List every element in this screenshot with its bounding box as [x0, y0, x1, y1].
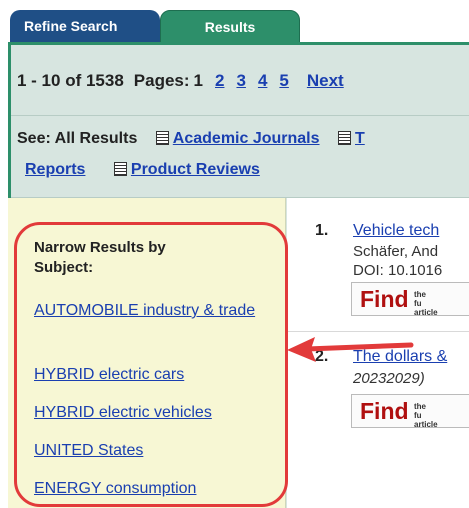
- result-doi: DOI: 10.1016: [353, 262, 443, 279]
- highlight-circle: [14, 222, 288, 507]
- divider: [11, 115, 469, 116]
- pages-label: Pages:: [133, 71, 190, 90]
- find-sublabel: the fu article: [414, 402, 438, 429]
- page-link-4[interactable]: 4: [258, 71, 267, 91]
- page-link-2[interactable]: 2: [215, 71, 224, 91]
- tab-refine-search-label: Refine Search: [24, 18, 118, 34]
- find-sublabel: the fu article: [414, 290, 438, 317]
- divider: [287, 331, 469, 332]
- academic-journals-link[interactable]: Academic Journals: [173, 130, 320, 147]
- page-link-3[interactable]: 3: [236, 71, 245, 91]
- truncated-link[interactable]: T: [355, 130, 365, 147]
- pagination-bar: 1 - 10 of 1538 Pages: 1 2 3 4 5 Next: [17, 71, 469, 91]
- see-all-results-bar: See: All Results Academic Journals T: [17, 130, 469, 148]
- find-label: Find: [360, 286, 409, 312]
- reports-link[interactable]: Reports: [25, 161, 85, 178]
- result-title-link[interactable]: Vehicle tech: [353, 222, 439, 240]
- find-fulltext-button[interactable]: Find the fu article: [351, 394, 469, 429]
- result-number: 1.: [315, 222, 329, 239]
- find-fulltext-button[interactable]: Find the fu article: [351, 282, 469, 317]
- red-arrow-icon: [287, 337, 414, 362]
- next-page-link[interactable]: Next: [307, 71, 344, 91]
- see-all-results-label: See: All Results: [17, 130, 138, 147]
- document-icon: [113, 162, 127, 176]
- tab-results-label: Results: [204, 19, 256, 35]
- result-range: 1 - 10 of 1538: [17, 71, 124, 90]
- document-icon: [337, 131, 351, 145]
- tab-refine-search[interactable]: Refine Search: [10, 10, 160, 44]
- page-link-5[interactable]: 5: [279, 71, 288, 91]
- result-authors: Schäfer, And: [353, 243, 439, 260]
- product-reviews-link[interactable]: Product Reviews: [131, 161, 260, 178]
- find-label: Find: [360, 398, 409, 424]
- document-icon: [155, 131, 169, 145]
- current-page: 1: [193, 71, 203, 90]
- tab-results[interactable]: Results: [160, 10, 300, 44]
- see-all-results-row2: Reports Product Reviews: [25, 161, 260, 179]
